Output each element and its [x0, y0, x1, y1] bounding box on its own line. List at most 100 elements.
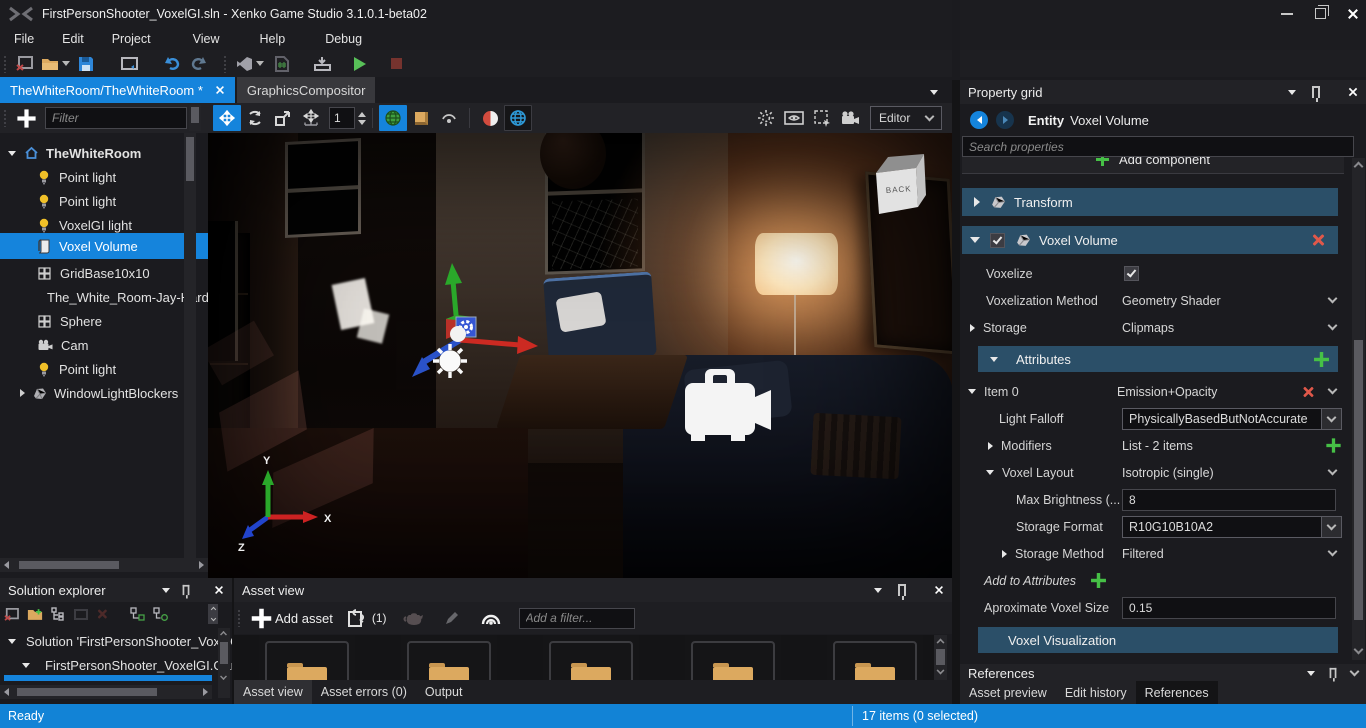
world-space-button[interactable] [379, 105, 407, 131]
save-button[interactable] [73, 53, 99, 75]
chevron-down-icon[interactable] [1328, 547, 1338, 557]
menu-file[interactable]: File [0, 29, 48, 49]
play-button[interactable] [347, 53, 373, 75]
storage-format-select[interactable]: R10G10B10A2 [1122, 516, 1342, 538]
expanded-arrow-icon[interactable] [8, 639, 16, 644]
render-mode-button[interactable] [476, 105, 504, 131]
tab-edit-history[interactable]: Edit history [1056, 681, 1136, 704]
light-falloff-select[interactable]: PhysicallyBasedButNotAccurate [1122, 408, 1342, 430]
solution-root-item[interactable]: Solution 'FirstPersonShooter_VoxelGI' [0, 630, 232, 652]
snap-value-input[interactable] [329, 107, 355, 129]
close-icon[interactable] [935, 586, 943, 594]
tree-item-point-light[interactable]: Point light [0, 165, 208, 189]
install-button[interactable] [309, 53, 335, 75]
new-project-button[interactable] [11, 53, 37, 75]
solution-package-item[interactable]: FirstPersonShooter_VoxelGI.Gar [0, 654, 232, 676]
scroll-left-icon[interactable] [4, 561, 9, 569]
tab-asset-preview[interactable]: Asset preview [960, 681, 1056, 704]
tree-item-point-light[interactable]: Point light [0, 357, 208, 381]
add-modifier-icon[interactable] [1326, 438, 1340, 452]
tab-graphics-compositor[interactable]: GraphicsCompositor [237, 77, 376, 103]
snap-value-stepper[interactable] [358, 112, 366, 125]
collapsed-arrow-icon[interactable] [974, 197, 980, 207]
selected-item-clipped[interactable] [4, 675, 212, 681]
add-folder-icon[interactable] [27, 608, 43, 621]
menu-debug[interactable]: Debug [311, 29, 376, 49]
snap-move-button[interactable] [297, 105, 325, 131]
view-options-icon[interactable] [479, 608, 503, 628]
tab-overflow-icon[interactable] [930, 90, 938, 95]
menu-edit[interactable]: Edit [48, 29, 98, 49]
camera-settings-button[interactable] [836, 105, 864, 131]
scroll-up-icon[interactable] [1354, 162, 1364, 172]
collapsed-arrow-icon[interactable] [988, 442, 993, 450]
view-cube[interactable]: BACK [876, 154, 926, 214]
rotate-tool-button[interactable] [241, 105, 269, 131]
selection-mask-button[interactable] [808, 105, 836, 131]
scale-tool-button[interactable] [269, 105, 297, 131]
wireframe-globe-button[interactable] [504, 105, 532, 131]
expanded-arrow-icon[interactable] [22, 663, 30, 668]
transform-gizmo[interactable] [412, 263, 538, 378]
gizmo-x-axis[interactable] [460, 340, 520, 345]
scroll-down-icon[interactable] [1354, 645, 1364, 655]
tree-item-white-room[interactable]: The_White_Room-Jay-Hardy [0, 285, 208, 309]
expanded-arrow-icon[interactable] [968, 389, 976, 394]
asset-scrollbar[interactable] [934, 635, 947, 680]
tree-item-windowlightblockers[interactable]: WindowLightBlockers [0, 381, 208, 405]
chevron-icon[interactable] [1350, 667, 1360, 677]
asset-tile[interactable] [401, 635, 497, 680]
panel-menu-icon[interactable] [162, 588, 170, 593]
tree-vertical-scrollbar[interactable] [184, 133, 196, 558]
chevron-down-icon[interactable] [1328, 466, 1338, 476]
view-mode-select[interactable]: Editor [870, 106, 942, 130]
solution-vertical-scrollbar[interactable] [218, 628, 230, 698]
redo-button[interactable] [185, 53, 211, 75]
tab-references[interactable]: References [1136, 681, 1218, 704]
add-attribute-icon[interactable] [1314, 352, 1329, 367]
pin-icon[interactable] [1312, 86, 1320, 98]
component-enabled-checkbox[interactable] [990, 233, 1005, 248]
chevron-down-icon[interactable] [1328, 385, 1338, 395]
open-in-visual-studio-button[interactable] [231, 53, 269, 75]
add-to-attributes-icon[interactable] [1091, 573, 1106, 588]
toolbar-overflow[interactable] [208, 604, 218, 624]
remove-item-icon[interactable] [1303, 386, 1314, 397]
panel-menu-icon[interactable] [1307, 671, 1315, 676]
checkout-button[interactable] [117, 53, 143, 75]
expanded-arrow-icon[interactable] [8, 151, 16, 156]
project-icon[interactable] [4, 608, 19, 621]
asset-tile[interactable] [543, 635, 639, 680]
panel-menu-icon[interactable] [874, 588, 882, 593]
voxelize-checkbox[interactable] [1124, 266, 1139, 281]
undo-button[interactable] [159, 53, 185, 75]
close-icon[interactable] [215, 586, 223, 594]
attributes-section-header[interactable]: Attributes [978, 346, 1338, 372]
scroll-right-icon[interactable] [203, 688, 208, 696]
minimize-button[interactable] [1281, 13, 1293, 15]
tab-close-icon[interactable] [216, 86, 224, 94]
restore-button[interactable] [1315, 8, 1326, 19]
solution-horizontal-scrollbar[interactable] [0, 685, 212, 699]
scene-viewport[interactable]: Y X Z BACK [208, 133, 952, 578]
remove-component-icon[interactable] [1312, 234, 1324, 246]
transform-section-header[interactable]: Transform [962, 188, 1338, 216]
camera-billboard[interactable] [685, 369, 771, 441]
tree-item-gridbase[interactable]: GridBase10x10 [0, 261, 208, 285]
hierarchy-filter-input[interactable] [45, 107, 187, 129]
back-button[interactable] [970, 111, 988, 129]
collapse-all-icon[interactable] [153, 607, 168, 621]
orbit-button[interactable] [435, 105, 463, 131]
vertical-splitter[interactable] [952, 80, 960, 704]
build-script-button[interactable] [269, 53, 295, 75]
tree-view-icon[interactable] [51, 607, 66, 621]
tree-item-root[interactable]: TheWhiteRoom [0, 141, 208, 165]
close-button[interactable] [1348, 9, 1358, 19]
tree-scrollbar-top[interactable] [189, 105, 201, 131]
add-asset-button[interactable]: Add asset [249, 611, 333, 626]
visibility-button[interactable] [780, 105, 808, 131]
expanded-arrow-icon[interactable] [990, 357, 998, 362]
approx-voxel-size-input[interactable] [1122, 597, 1336, 619]
light-gizmo-sun[interactable] [433, 344, 467, 378]
tree-item-cam[interactable]: Cam [0, 333, 208, 357]
